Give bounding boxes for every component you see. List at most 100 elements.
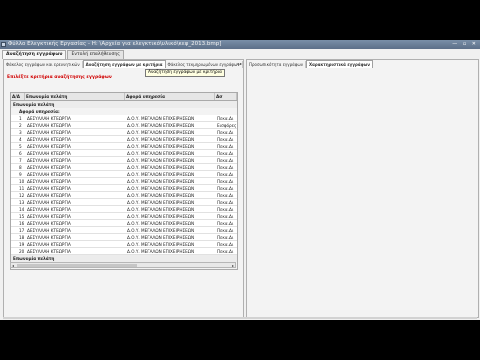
row-client: ΔΕΣΥΛΛΑΗ ΚΤΕΩΡΓΙΑ xyxy=(27,116,71,121)
row-index: 13 xyxy=(19,200,25,205)
row-index: 4 xyxy=(19,137,22,142)
row-client: ΔΕΣΥΛΛΑΗ ΚΤΕΩΡΓΙΑ xyxy=(27,123,71,128)
group-header[interactable]: Επωνυμία πελάτη xyxy=(11,255,237,262)
column-header-index[interactable]: Α/Α xyxy=(11,93,25,100)
subtab-document-folder[interactable]: Φάκελος εγγράφων και ερευνητικών xyxy=(4,61,83,68)
warning-label: Επιλέξτε κριτήρια αναζήτησης εγγράφων xyxy=(7,75,112,80)
row-client: ΔΕΣΥΛΛΑΗ ΚΤΕΩΡΓΙΑ xyxy=(27,144,71,149)
row-index: 2 xyxy=(19,123,22,128)
row-service: Δ.Ο.Υ. ΜΕΓΑΛΩΝ ΕΠΙΧΕΙΡΗΣΕΩΝ xyxy=(127,158,195,163)
row-index: 3 xyxy=(19,130,22,135)
row-extra: Πεκα.Δι xyxy=(217,172,234,177)
row-client: ΔΕΣΥΛΛΑΗ ΚΤΕΩΡΓΙΑ xyxy=(27,249,71,254)
table-row[interactable]: 8 ΔΕΣΥΛΛΑΗ ΚΤΕΩΡΓΙΑ Δ.Ο.Υ. ΜΕΓΑΛΩΝ ΕΠΙΧΕΙΡ… xyxy=(11,164,237,171)
row-index: 17 xyxy=(19,228,25,233)
row-index: 8 xyxy=(19,165,22,170)
subtab-document-personality[interactable]: Προσωπικότητα εγγράφων xyxy=(247,61,306,68)
window-controls-icon[interactable]: — ▫ ✕ xyxy=(452,41,478,48)
table-row[interactable]: 9 ΔΕΣΥΛΛΑΗ ΚΤΕΩΡΓΙΑ Δ.Ο.Υ. ΜΕΓΑΛΩΝ ΕΠΙΧΕΙΡ… xyxy=(11,171,237,178)
table-row[interactable]: 14 ΔΕΣΥΛΛΑΗ ΚΤΕΩΡΓΙΑ Δ.Ο.Υ. ΜΕΓΑΛΩΝ ΕΠΙΧΕΙ… xyxy=(11,206,237,213)
left-subtabs: Φάκελος εγγράφων και ερευνητικών Αναζήτησ… xyxy=(4,60,243,68)
column-header-extra[interactable]: Ασ xyxy=(215,93,237,100)
table-row[interactable]: 16 ΔΕΣΥΛΛΑΗ ΚΤΕΩΡΓΙΑ Δ.Ο.Υ. ΜΕΓΑΛΩΝ ΕΠΙΧΕΙ… xyxy=(11,220,237,227)
row-client: ΠΑΓΑΔΟΠΟΥΛΑΚΗΣ ΝΙΚΟΣ xyxy=(27,269,123,270)
row-extra: Πεκα.Δι xyxy=(217,228,234,233)
table-row[interactable]: 11 ΔΕΣΥΛΛΑΗ ΚΤΕΩΡΓΙΑ Δ.Ο.Υ. ΜΕΓΑΛΩΝ ΕΠΙΧΕΙ… xyxy=(11,185,237,192)
table-row[interactable]: 15 ΔΕΣΥΛΛΑΗ ΚΤΕΩΡΓΙΑ Δ.Ο.Υ. ΜΕΓΑΛΩΝ ΕΠΙΧΕΙ… xyxy=(11,213,237,220)
row-extra: Πεκα.Δι xyxy=(217,179,234,184)
table-row[interactable]: 3 ΔΕΣΥΛΛΑΗ ΚΤΕΩΡΓΙΑ Δ.Ο.Υ. ΜΕΓΑΛΩΝ ΕΠΙΧΕΙΡ… xyxy=(11,129,237,136)
table-row[interactable]: 2 ΔΕΣΥΛΛΑΗ ΚΤΕΩΡΓΙΑ Δ.Ο.Υ. ΜΕΓΑΛΩΝ ΕΠΙΧΕΙΡ… xyxy=(11,122,237,129)
grid-header: Α/Α Επωνυμία πελάτη Αφορά υπηρεσία Ασ xyxy=(11,93,237,101)
row-client: ΔΕΣΥΛΛΑΗ ΚΤΕΩΡΓΙΑ xyxy=(27,186,71,191)
row-service: Δ.Ο.Υ. ΜΕΓΑΛΩΝ ΕΠΙΧΕΙΡΗΣΕΩΝ xyxy=(127,172,195,177)
table-row[interactable]: 10 ΔΕΣΥΛΛΑΗ ΚΤΕΩΡΓΙΑ Δ.Ο.Υ. ΜΕΓΑΛΩΝ ΕΠΙΧΕΙ… xyxy=(11,178,237,185)
row-service: Δ.Ο.Υ. ΜΕΓΑΛΩΝ ΕΠΙΧΕΙΡΗΣΕΩΝ xyxy=(127,207,195,212)
subtab-document-characteristics[interactable]: Χαρακτηριστικά εγγράφων xyxy=(306,60,373,68)
horizontal-scrollbar[interactable]: ◂ ▸ xyxy=(10,262,236,268)
column-header-service[interactable]: Αφορά υπηρεσία xyxy=(125,93,215,100)
table-row[interactable]: 5 ΔΕΣΥΛΛΑΗ ΚΤΕΩΡΓΙΑ Δ.Ο.Υ. ΜΕΓΑΛΩΝ ΕΠΙΧΕΙΡ… xyxy=(11,143,237,150)
scrollbar-thumb[interactable] xyxy=(17,264,137,267)
main-tabs: Αναζήτηση εγγράφων Εντολή επαλήθευσης xyxy=(2,50,125,59)
row-service: Δ.Ο.Υ. ΜΕΓΑΛΩΝ ΕΠΙΧΕΙΡΗΣΕΩΝ xyxy=(127,144,195,149)
row-client: ΔΕΣΥΛΛΑΗ ΚΤΕΩΡΓΙΑ xyxy=(27,158,71,163)
scroll-left-icon[interactable]: ◂ xyxy=(12,263,14,268)
right-subtabs: Προσωπικότητα εγγράφων Χαρακτηριστικά εγγ… xyxy=(247,60,373,68)
table-row[interactable]: 19 ΔΕΣΥΛΛΑΗ ΚΤΕΩΡΓΙΑ Δ.Ο.Υ. ΜΕΓΑΛΩΝ ΕΠΙΧΕΙ… xyxy=(11,241,237,248)
column-header-client[interactable]: Επωνυμία πελάτη xyxy=(25,93,125,100)
tab-scroll-icon[interactable]: ◂ ▸ xyxy=(237,60,242,67)
table-row[interactable]: 4 ΔΕΣΥΛΛΑΗ ΚΤΕΩΡΓΙΑ Δ.Ο.Υ. ΜΕΓΑΛΩΝ ΕΠΙΧΕΙΡ… xyxy=(11,136,237,143)
row-index: 1 xyxy=(19,116,22,121)
row-client: ΔΕΣΥΛΛΑΗ ΚΤΕΩΡΓΙΑ xyxy=(27,172,71,177)
subgroup-header[interactable]: Αφορά υπηρεσία: xyxy=(11,108,237,115)
row-extra: Πεκα.Δι xyxy=(217,249,234,254)
subtab-documented-folder[interactable]: Φάκελος τεκμηριωμένων εγγράφων xyxy=(166,61,243,68)
row-client: ΔΕΣΥΛΛΑΗ ΚΤΕΩΡΓΙΑ xyxy=(27,235,71,240)
row-client: ΔΕΣΥΛΛΑΗ ΚΤΕΩΡΓΙΑ xyxy=(27,221,71,226)
row-client: ΔΕΣΥΛΛΑΗ ΚΤΕΩΡΓΙΑ xyxy=(27,130,71,135)
row-index: 16 xyxy=(19,221,25,226)
row-extra: Πεκα.Δι xyxy=(217,158,234,163)
row-client: ΔΕΣΥΛΛΑΗ ΚΤΕΩΡΓΙΑ xyxy=(27,200,71,205)
subtab-criteria-search[interactable]: Αναζήτηση εγγράφων με κριτήρια xyxy=(82,60,166,68)
table-row[interactable]: 20 ΔΕΣΥΛΛΑΗ ΚΤΕΩΡΓΙΑ Δ.Ο.Υ. ΜΕΓΑΛΩΝ ΕΠΙΧΕΙ… xyxy=(11,248,237,255)
tab-document-search[interactable]: Αναζήτηση εγγράφων xyxy=(2,50,67,59)
row-extra: Πεκα.Δι xyxy=(217,200,234,205)
table-row[interactable]: 6 ΔΕΣΥΛΛΑΗ ΚΤΕΩΡΓΙΑ Δ.Ο.Υ. ΜΕΓΑΛΩΝ ΕΠΙΧΕΙΡ… xyxy=(11,150,237,157)
row-service: Δ.Ο.Υ. ΜΕΓΑΛΩΝ ΕΠΙΧΕΙΡΗΣΕΩΝ xyxy=(127,200,195,205)
row-client: ΔΕΣΥΛΛΑΗ ΚΤΕΩΡΓΙΑ xyxy=(27,151,71,156)
row-client: ΔΕΣΥΛΛΑΗ ΚΤΕΩΡΓΙΑ xyxy=(27,214,71,219)
table-row[interactable]: 18 ΔΕΣΥΛΛΑΗ ΚΤΕΩΡΓΙΑ Δ.Ο.Υ. ΜΕΓΑΛΩΝ ΕΠΙΧΕΙ… xyxy=(11,234,237,241)
table-row[interactable]: 1ΠΑΓΑΔΟΠΟΥΛΑΚΗΣ ΝΙΚΟΣ Δ.Ο.Υ. ΜΕΓΑΛΩΝ ΕΠΙΧ… xyxy=(11,269,237,270)
row-index: 15 xyxy=(19,214,25,219)
row-index: 12 xyxy=(19,193,25,198)
scroll-right-icon[interactable]: ▸ xyxy=(232,263,234,268)
table-row[interactable]: 7 ΔΕΣΥΛΛΑΗ ΚΤΕΩΡΓΙΑ Δ.Ο.Υ. ΜΕΓΑΛΩΝ ΕΠΙΧΕΙΡ… xyxy=(11,157,237,164)
row-extra: Πεκα.Δι xyxy=(217,165,234,170)
tab-verification-order[interactable]: Εντολή επαλήθευσης xyxy=(67,50,124,59)
row-index: 7 xyxy=(19,158,22,163)
table-row[interactable]: 12 ΔΕΣΥΛΛΑΗ ΚΤΕΩΡΓΙΑ Δ.Ο.Υ. ΜΕΓΑΛΩΝ ΕΠΙΧΕΙ… xyxy=(11,192,237,199)
row-service: Δ.Ο.Υ. ΜΕΓΑΛΩΝ ΕΠΙΧΕΙΡΗΣΕΩΝ xyxy=(127,179,195,184)
row-index: 1 xyxy=(19,269,25,270)
table-row[interactable]: 13 ΔΕΣΥΛΛΑΗ ΚΤΕΩΡΓΙΑ Δ.Ο.Υ. ΜΕΓΑΛΩΝ ΕΠΙΧΕΙ… xyxy=(11,199,237,206)
row-extra: Πεκα.Δι xyxy=(217,137,234,142)
row-service: Δ.Ο.Υ. ΜΕΓΑΛΩΝ ΕΠΙΧΕΙΡΗΣΕΩΝ xyxy=(127,269,213,270)
results-grid: Α/Α Επωνυμία πελάτη Αφορά υπηρεσία Ασ Επ… xyxy=(10,92,238,270)
group-header[interactable]: Επωνυμία πελάτη xyxy=(11,101,237,108)
row-service: Δ.Ο.Υ. ΜΕΓΑΛΩΝ ΕΠΙΧΕΙΡΗΣΕΩΝ xyxy=(127,123,195,128)
row-extra: Πεκα.Δι xyxy=(217,235,234,240)
row-extra: Πεκα.Δι xyxy=(217,186,234,191)
row-extra: Πεκα.Δι xyxy=(217,242,234,247)
row-index: 11 xyxy=(19,186,25,191)
table-row[interactable]: 1 ΔΕΣΥΛΛΑΗ ΚΤΕΩΡΓΙΑ Δ.Ο.Υ. ΜΕΓΑΛΩΝ ΕΠΙΧΕΙΡ… xyxy=(11,115,237,122)
row-extra: Πεκα.Δι xyxy=(217,214,234,219)
table-row[interactable]: 17 ΔΕΣΥΛΛΑΗ ΚΤΕΩΡΓΙΑ Δ.Ο.Υ. ΜΕΓΑΛΩΝ ΕΠΙΧΕΙ… xyxy=(11,227,237,234)
row-service: Δ.Ο.Υ. ΜΕΓΑΛΩΝ ΕΠΙΧΕΙΡΗΣΕΩΝ xyxy=(127,249,195,254)
row-service: Δ.Ο.Υ. ΜΕΓΑΛΩΝ ΕΠΙΧΕΙΡΗΣΕΩΝ xyxy=(127,228,195,233)
row-extra: Πεκα.Δι xyxy=(217,221,234,226)
row-service: Δ.Ο.Υ. ΜΕΓΑΛΩΝ ΕΠΙΧΕΙΡΗΣΕΩΝ xyxy=(127,221,195,226)
row-client: ΔΕΣΥΛΛΑΗ ΚΤΕΩΡΓΙΑ xyxy=(27,165,71,170)
row-service: Δ.Ο.Υ. ΜΕΓΑΛΩΝ ΕΠΙΧΕΙΡΗΣΕΩΝ xyxy=(127,116,195,121)
